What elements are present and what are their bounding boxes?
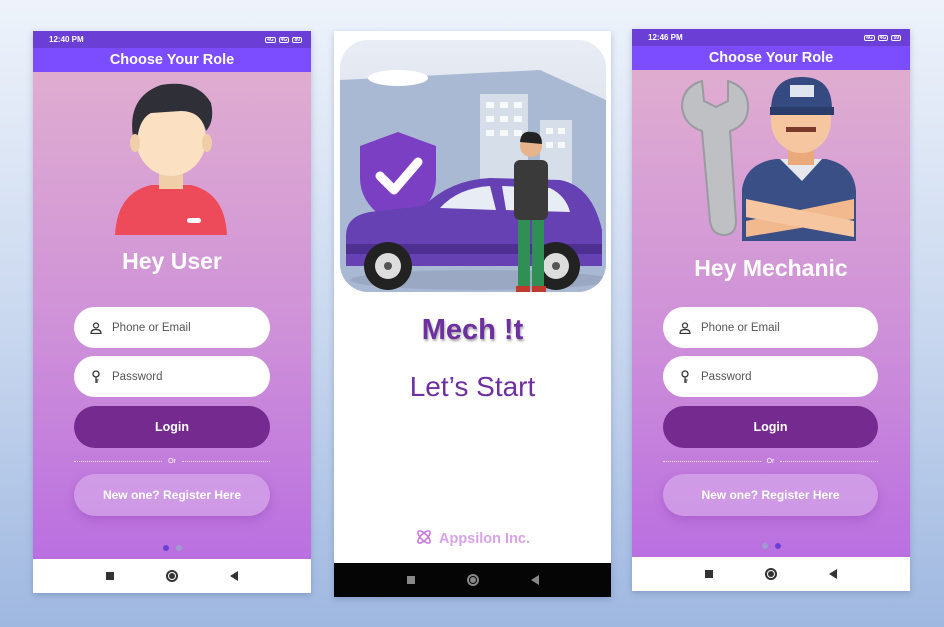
- password-placeholder: Password: [112, 370, 163, 383]
- status-bar: 12:40 PM 4G 4G 80: [33, 31, 311, 48]
- phone-email-field[interactable]: Phone or Email: [74, 307, 270, 348]
- home-circle-icon[interactable]: [165, 569, 179, 583]
- key-icon: [88, 369, 104, 385]
- user-avatar-icon: [115, 83, 227, 235]
- tagline: Let’s Start: [409, 371, 536, 402]
- page-dot-active[interactable]: [162, 545, 169, 551]
- mechanic-login-screen: 12:46 PM 4G 4G 59 Choose Your Role Hey M…: [632, 29, 910, 557]
- phone-email-placeholder: Phone or Email: [112, 321, 191, 334]
- phone-email-placeholder: Phone or Email: [701, 321, 780, 334]
- mechanic-avatar-icon: [680, 77, 856, 241]
- page-indicator: [632, 543, 910, 549]
- brand-name: Appsilon Inc.: [438, 531, 531, 547]
- signal-icon: 4G: [278, 36, 290, 43]
- key-icon: [677, 369, 693, 385]
- status-icons: 4G 4G 80: [265, 36, 302, 43]
- appbar-title: Choose Your Role: [632, 46, 910, 70]
- car-illustration-icon: [340, 40, 606, 292]
- or-label: Or: [766, 457, 775, 465]
- nav-bar: [334, 563, 611, 597]
- person-icon: [677, 320, 693, 336]
- signal-icon: 4G: [864, 34, 875, 41]
- password-placeholder: Password: [701, 370, 752, 383]
- hero-illustration: [340, 40, 606, 292]
- home-circle-icon[interactable]: [466, 573, 480, 587]
- status-time: 12:46 PM: [648, 33, 683, 42]
- signal-icon: 4G: [877, 34, 889, 41]
- login-button[interactable]: Login: [663, 406, 878, 448]
- status-bar: 12:46 PM 4G 4G 59: [632, 29, 910, 46]
- status-icons: 4G 4G 59: [864, 34, 901, 41]
- login-button[interactable]: Login: [74, 406, 270, 448]
- appsilon-logo-icon: [415, 528, 433, 550]
- phone-email-field[interactable]: Phone or Email: [663, 307, 878, 348]
- greeting-title: Hey Mechanic: [694, 255, 848, 281]
- register-button[interactable]: New one? Register Here: [74, 474, 270, 516]
- status-time: 12:40 PM: [49, 35, 84, 44]
- page-indicator: [33, 545, 311, 551]
- back-triangle-icon[interactable]: [227, 569, 241, 583]
- page-dot-active[interactable]: [774, 543, 781, 549]
- user-login-phone: 12:40 PM 4G 4G 80 Choose Your Role Hey U…: [33, 31, 311, 593]
- nav-bar: [33, 559, 311, 593]
- home-square-icon[interactable]: [404, 573, 418, 587]
- page-dot[interactable]: [761, 543, 768, 549]
- user-login-screen: 12:40 PM 4G 4G 80 Choose Your Role Hey U…: [33, 31, 311, 559]
- brand-footer: Appsilon Inc.: [334, 528, 611, 550]
- home-circle-icon[interactable]: [764, 567, 778, 581]
- or-label: Or: [168, 457, 176, 465]
- or-divider: Or: [74, 455, 270, 467]
- nav-bar: [632, 557, 910, 591]
- page-dot[interactable]: [175, 545, 182, 551]
- battery-icon: 59: [891, 34, 901, 41]
- home-square-icon[interactable]: [103, 569, 117, 583]
- or-divider: Or: [663, 455, 878, 467]
- back-triangle-icon[interactable]: [826, 567, 840, 581]
- password-field[interactable]: Password: [663, 356, 878, 397]
- back-triangle-icon[interactable]: [528, 573, 542, 587]
- home-square-icon[interactable]: [702, 567, 716, 581]
- signal-icon: 4G: [265, 36, 276, 43]
- appbar-title: Choose Your Role: [33, 48, 311, 72]
- splash-phone: Mech !t Let’s Start Appsilon Inc.: [334, 31, 611, 597]
- password-field[interactable]: Password: [74, 356, 270, 397]
- register-button[interactable]: New one? Register Here: [663, 474, 878, 516]
- battery-icon: 80: [292, 36, 302, 43]
- app-name: Mech !t: [421, 314, 524, 346]
- greeting-title: Hey User: [122, 248, 222, 274]
- person-icon: [88, 320, 104, 336]
- mechanic-login-phone: 12:46 PM 4G 4G 59 Choose Your Role Hey M…: [632, 29, 910, 591]
